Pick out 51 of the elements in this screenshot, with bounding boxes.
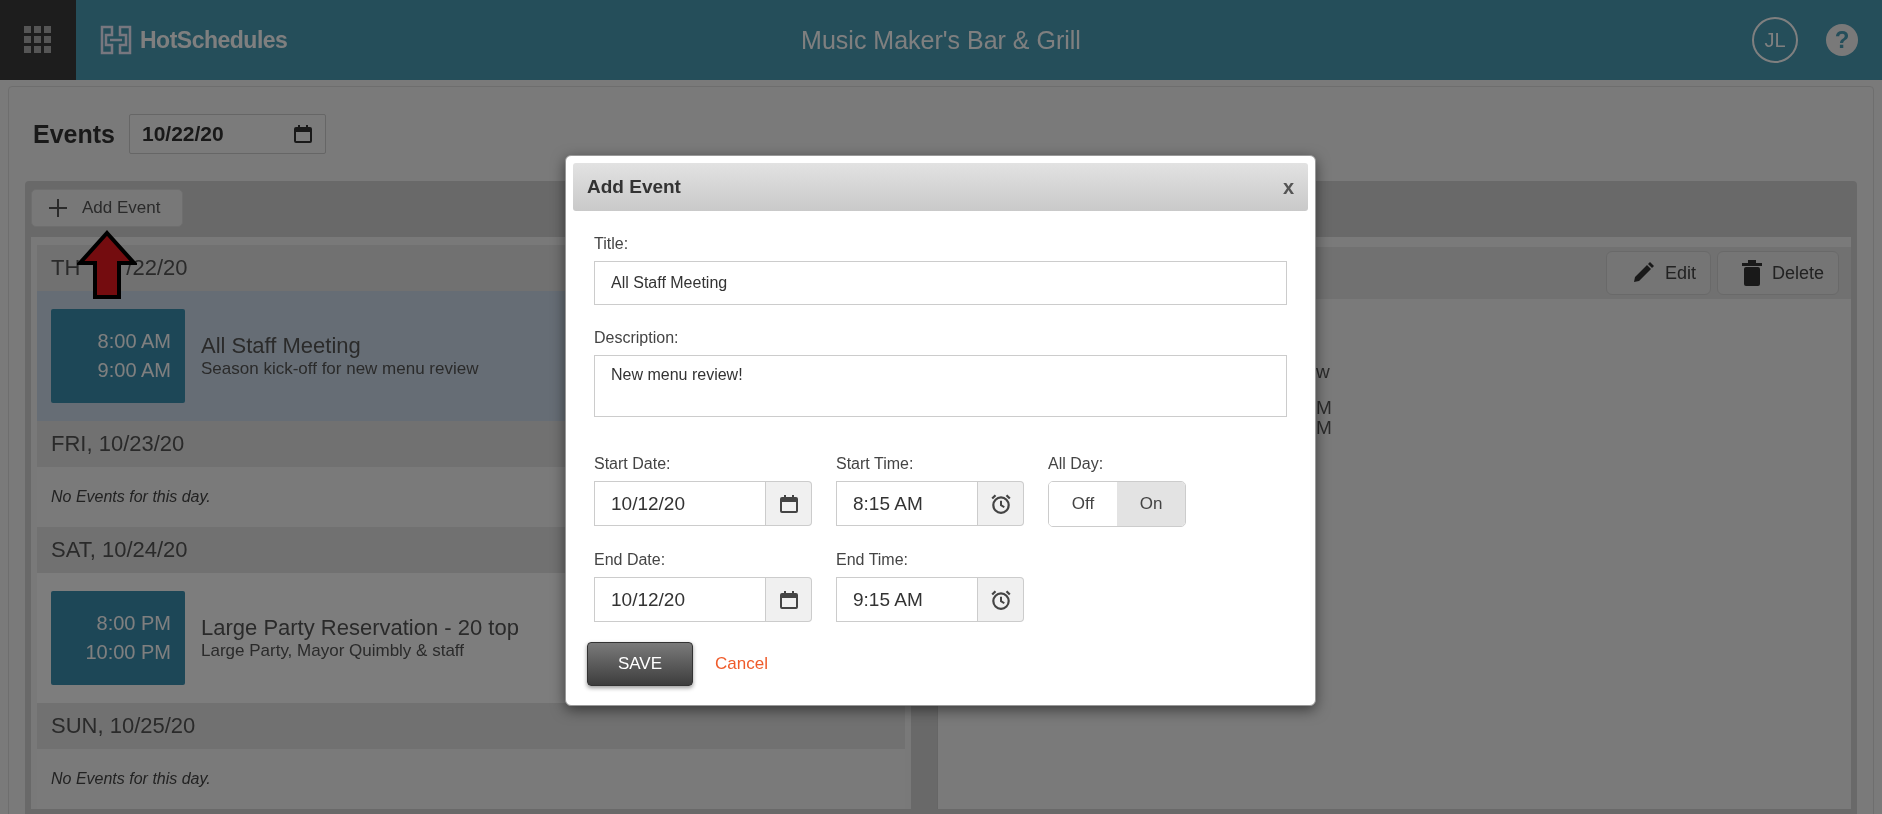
date-field[interactable]: 10/12/20	[594, 577, 766, 622]
day-header: TH	[51, 255, 81, 281]
field-label: Title:	[594, 235, 630, 253]
text-fragment: M	[1316, 397, 1332, 419]
delete-button[interactable]: Delete	[1716, 251, 1839, 295]
toggle-option[interactable]: On	[1117, 482, 1185, 526]
trash-icon	[1741, 260, 1762, 286]
dialog-title: Add Event	[587, 176, 681, 198]
cancel-link[interactable]: Cancel	[715, 654, 768, 674]
text-fragment: M	[1316, 417, 1332, 439]
event-title: All Staff Meeting	[201, 333, 362, 359]
day-header: SUN, 10/25/20	[37, 703, 905, 749]
start-time: 8:00 AM	[97, 330, 171, 353]
calendar-button[interactable]	[766, 481, 812, 526]
description-field[interactable]: New menu review!	[594, 355, 1287, 417]
calendar-icon	[778, 589, 799, 610]
edit-button[interactable]: Edit	[1605, 251, 1711, 295]
plus-icon	[48, 198, 68, 218]
title-field[interactable]: All Staff Meeting	[594, 261, 1287, 305]
empty-message: No Events for this day.	[51, 488, 211, 506]
date-field[interactable]: 10/22/20	[129, 114, 326, 154]
day-header: /22/20	[126, 255, 188, 281]
time-field[interactable]: 8:15 AM	[836, 481, 978, 526]
calendar-button[interactable]	[766, 577, 812, 622]
event-description: Large Party, Mayor Quimbly & staff	[201, 641, 465, 661]
end-time: 10:00 PM	[85, 641, 171, 664]
time-field[interactable]: 9:15 AM	[836, 577, 978, 622]
clock-button[interactable]	[978, 481, 1024, 526]
field-label: All Day:	[1048, 455, 1105, 473]
event-title: Large Party Reservation - 20 top	[201, 615, 519, 641]
field-label: End Date:	[594, 551, 667, 569]
text-fragment: w	[1316, 361, 1330, 383]
logo-icon	[98, 23, 134, 57]
start-time: 8:00 PM	[96, 612, 171, 635]
venue-name: Music Maker's Bar & Grill	[801, 25, 1081, 55]
event-description: Season kick-off for new menu review	[201, 359, 479, 379]
save-button[interactable]: SAVE	[587, 642, 693, 686]
close-button[interactable]: x	[1282, 175, 1294, 199]
calendar-icon	[293, 124, 313, 144]
alarm-clock-icon	[989, 492, 1012, 515]
page-title: Events	[33, 119, 115, 149]
date-field[interactable]: 10/12/20	[594, 481, 766, 526]
field-label: Description:	[594, 329, 680, 347]
alarm-clock-icon	[989, 588, 1012, 611]
app-name: HotSchedules	[140, 26, 288, 54]
calendar-icon	[778, 493, 799, 514]
add-event-button[interactable]: Add Event	[31, 189, 183, 227]
empty-message: No Events for this day.	[51, 770, 211, 788]
grid-icon	[24, 26, 52, 54]
end-time: 9:00 AM	[97, 359, 171, 382]
clock-button[interactable]	[978, 577, 1024, 622]
